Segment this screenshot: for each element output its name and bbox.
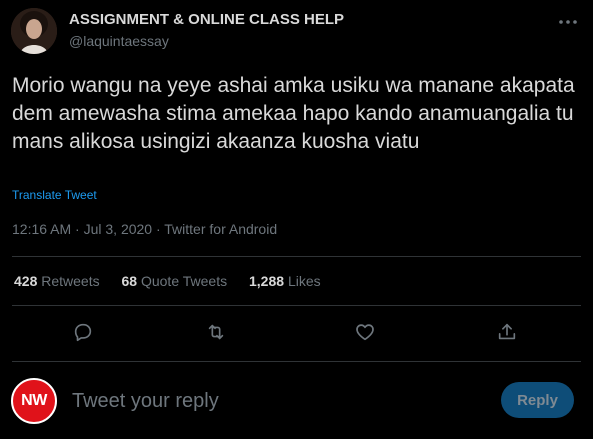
reply-icon[interactable] <box>71 320 95 344</box>
retweets-stat[interactable]: 428 Retweets <box>14 273 104 289</box>
likes-stat[interactable]: 1,288 Likes <box>249 273 321 289</box>
current-user-avatar[interactable]: NW <box>11 378 57 424</box>
like-icon[interactable] <box>353 320 377 344</box>
more-options-icon[interactable] <box>556 12 580 32</box>
retweet-icon[interactable] <box>204 320 228 344</box>
quote-tweets-label: Quote Tweets <box>140 273 228 289</box>
translate-tweet-link[interactable]: Translate Tweet <box>12 188 97 202</box>
author-handle[interactable]: @laquintaessay <box>69 33 169 49</box>
tweet-stats: 428 Retweets 68 Quote Tweets 1,288 Likes <box>14 273 339 289</box>
quote-tweets-count: 68 <box>121 273 138 289</box>
retweets-label: Retweets <box>41 273 100 289</box>
divider <box>12 305 581 306</box>
quote-tweets-stat[interactable]: 68 Quote Tweets <box>122 273 232 289</box>
author-avatar[interactable] <box>11 8 57 54</box>
retweets-count: 428 <box>14 273 38 289</box>
tweet-timestamp[interactable]: 12:16 AM · Jul 3, 2020 · Twitter for And… <box>12 221 277 237</box>
divider <box>12 256 581 257</box>
reply-button[interactable]: Reply <box>501 382 574 418</box>
likes-count: 1,288 <box>249 273 285 289</box>
tweet-text: Morio wangu na yeye ashai amka usiku wa … <box>12 74 575 153</box>
likes-label: Likes <box>287 273 321 289</box>
author-name[interactable]: ASSIGNMENT & ONLINE CLASS HELP <box>69 11 344 28</box>
share-icon[interactable] <box>495 320 519 344</box>
divider <box>12 361 581 362</box>
reply-input[interactable] <box>72 386 472 416</box>
